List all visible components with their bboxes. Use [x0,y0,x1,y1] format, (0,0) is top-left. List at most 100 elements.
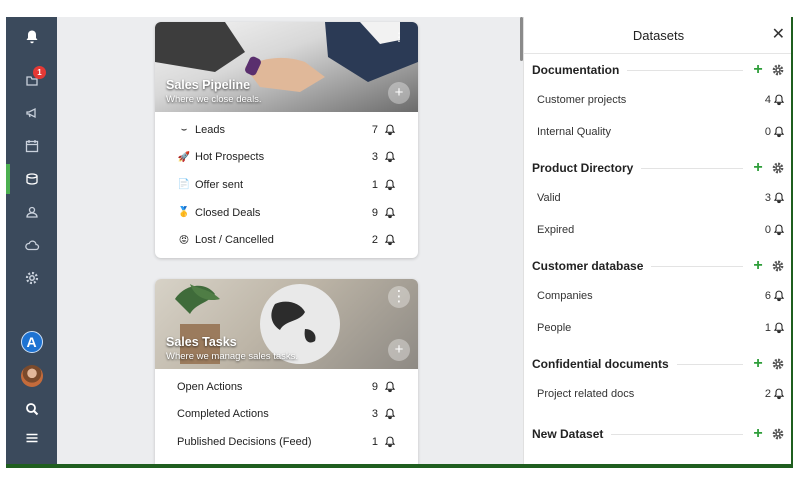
datasets-button[interactable] [6,164,57,194]
card-add-button[interactable]: + [388,82,410,104]
list-item-label: Open Actions [177,380,243,393]
list-item[interactable]: 🚀 Hot Prospects 3 [155,144,418,172]
bell-icon[interactable] [384,436,396,448]
list-item-label: Lost / Cancelled [195,234,274,247]
close-icon[interactable]: ✕ [772,27,785,43]
dataset-label: Companies [537,290,593,302]
users-icon [25,206,38,218]
list-item[interactable]: Open Actions 9 [155,373,418,401]
user-avatar [20,365,43,387]
users-button[interactable] [6,197,57,227]
add-icon[interactable]: + [751,61,765,79]
card-menu-button[interactable]: ⋮ [388,286,410,308]
main-content: ⋮ Sales Pipeline Where we close deals. +… [57,17,522,464]
add-icon[interactable]: + [751,355,765,373]
left-sidebar: 1 A [6,17,57,464]
dataset-label: People [537,322,572,334]
gear-icon[interactable] [771,259,785,273]
dataset-count: 2 [764,388,771,400]
panel-header: Datasets ✕ [524,17,791,54]
dataset-item[interactable]: Expired 0 [532,214,785,246]
dataset-label: Expired [537,224,575,236]
dataset-label: Project related docs [537,388,635,400]
inbox-button[interactable]: 1 [6,65,57,95]
card-sales-pipeline[interactable]: ⋮ Sales Pipeline Where we close deals. +… [155,22,418,258]
dataset-label: Internal Quality [537,126,611,138]
dataset-section-customer-database: Customer database + Companies 6 People 1 [524,252,791,344]
search-button[interactable] [6,394,57,424]
announcements-button[interactable] [6,98,57,128]
dataset-item[interactable]: People 1 [532,312,785,344]
notifications-button[interactable] [6,22,57,52]
add-icon[interactable]: + [751,257,765,275]
dataset-item[interactable]: Customer projects 4 [532,84,785,116]
card-menu-button[interactable]: ⋮ [388,26,410,48]
dataset-item[interactable]: Project related docs 2 [532,378,785,410]
cloud-button[interactable] [6,230,57,260]
dataset-section-product-directory: Product Directory + Valid 3 Expired 0 [524,154,791,246]
list-item[interactable]: 📄 Offer sent 1 [155,171,418,199]
database-icon [25,173,38,185]
bell-icon[interactable] [773,290,785,302]
list-item-count: 9 [371,380,378,393]
profile-button[interactable]: A [6,327,57,357]
dataset-count: 0 [764,224,771,236]
list-item[interactable]: Published Decisions (Feed) 1 [155,428,418,456]
dataset-item[interactable]: Companies 6 [532,280,785,312]
gear-icon[interactable] [771,161,785,175]
menu-icon [26,433,37,443]
bell-icon[interactable] [773,224,785,236]
gear-icon[interactable] [771,63,785,77]
bell-icon[interactable] [773,94,785,106]
card-title: Sales Pipeline [166,78,251,92]
dataset-count: 0 [764,126,771,138]
list-item[interactable]: 😡 Lost / Cancelled 2 [155,226,418,254]
section-title: Confidential documents [532,357,669,371]
divider [641,167,743,169]
bell-icon[interactable] [384,124,396,136]
bell-icon[interactable] [773,388,785,400]
add-icon[interactable]: + [751,425,765,443]
dataset-label: Customer projects [537,94,627,106]
bell-icon[interactable] [384,179,396,191]
bell-icon[interactable] [384,234,396,246]
bell-icon[interactable] [384,408,396,420]
app-window: 1 A ⋮ Sales Pipeline Where we close deal… [6,17,793,468]
section-title: Documentation [532,63,620,77]
gear-icon[interactable] [771,357,785,371]
dataset-section-new-dataset: New Dataset + [524,420,791,448]
list-item[interactable]: 🥇 Closed Deals 9 [155,199,418,227]
settings-button[interactable] [6,263,57,293]
card-add-button[interactable]: + [388,339,410,361]
bell-icon[interactable] [773,322,785,334]
list-item[interactable]: Completed Actions 3 [155,401,418,429]
section-header: Confidential documents + [532,350,785,378]
menu-button[interactable] [6,423,57,453]
dataset-item[interactable]: Valid 3 [532,182,785,214]
divider [676,363,743,365]
user-avatar-button[interactable] [6,361,57,391]
list-item-count: 3 [371,408,378,421]
card-sales-tasks[interactable]: ⋮ Sales Tasks Where we manage sales task… [155,279,418,464]
bell-icon[interactable] [773,192,785,204]
gear-icon [25,271,38,285]
dataset-section-confidential-documents: Confidential documents + Project related… [524,350,791,410]
section-header: Documentation + [532,56,785,84]
dataset-count: 6 [764,290,771,302]
calendar-icon [25,140,38,153]
calendar-button[interactable] [6,131,57,161]
add-icon[interactable]: + [751,159,765,177]
list-item-label: Closed Deals [195,206,261,219]
gear-icon[interactable] [771,427,785,441]
dataset-item[interactable]: Internal Quality 0 [532,116,785,148]
bell-icon[interactable] [384,151,396,163]
bell-icon[interactable] [773,126,785,138]
bell-icon[interactable] [384,381,396,393]
list-item[interactable]: ⌣ Leads 7 [155,116,418,144]
list-item-count: 9 [371,206,378,219]
bell-icon[interactable] [384,207,396,219]
dataset-count: 4 [764,94,771,106]
bell-icon [26,30,37,44]
dataset-count: 1 [764,322,771,334]
rocket-icon: 🚀 [177,151,191,163]
